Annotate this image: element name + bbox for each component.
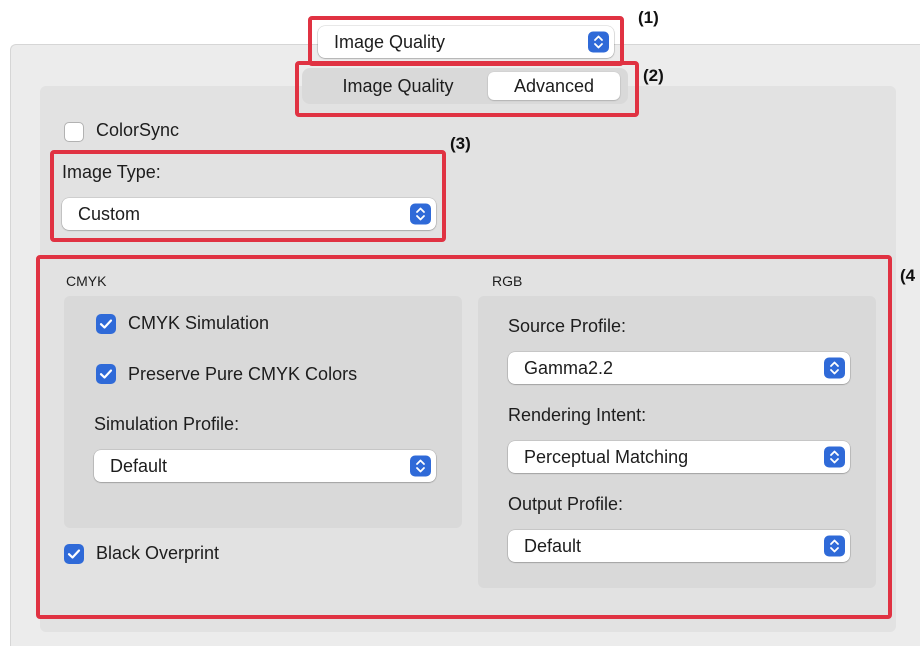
source-profile-popup[interactable]: Gamma2.2 [508, 352, 850, 384]
chevron-updown-icon [824, 535, 845, 557]
rendering-intent-label: Rendering Intent: [508, 405, 647, 425]
output-profile-popup[interactable]: Default [508, 530, 850, 562]
callout-box-2 [295, 61, 639, 117]
source-profile-label: Source Profile: [508, 316, 627, 336]
callout-box-1 [308, 16, 624, 66]
preserve-pure-cmyk-label: Preserve Pure CMYK Colors [128, 364, 358, 384]
colorsync-label: ColorSync [96, 120, 180, 140]
checkmark-icon [99, 369, 113, 379]
chevron-updown-icon [824, 357, 845, 379]
simulation-profile-value: Default [110, 455, 168, 476]
output-profile-label: Output Profile: [508, 494, 624, 514]
simulation-profile-popup[interactable]: Default [94, 450, 436, 482]
source-profile-value: Gamma2.2 [524, 357, 614, 378]
cmyk-heading: CMYK [66, 273, 107, 289]
checkmark-icon [67, 549, 81, 559]
callout-box-3 [50, 150, 446, 242]
checkmark-icon [99, 319, 113, 329]
callout-label-3: (3) [450, 134, 471, 153]
colorsync-checkbox[interactable] [64, 122, 84, 142]
simulation-profile-label: Simulation Profile: [94, 414, 240, 434]
callout-label-1: (1) [638, 8, 659, 27]
chevron-updown-icon [410, 455, 431, 477]
preserve-pure-cmyk-checkbox[interactable] [96, 364, 116, 384]
callout-label-2: (2) [643, 66, 664, 85]
cmyk-simulation-checkbox[interactable] [96, 314, 116, 334]
rendering-intent-popup[interactable]: Perceptual Matching [508, 441, 850, 473]
output-profile-value: Default [524, 535, 582, 556]
chevron-updown-icon [824, 446, 845, 468]
cmyk-simulation-label: CMYK Simulation [128, 313, 270, 333]
rgb-heading: RGB [492, 273, 523, 289]
rendering-intent-value: Perceptual Matching [524, 446, 689, 467]
callout-label-4: (4 [900, 266, 916, 285]
black-overprint-label: Black Overprint [96, 543, 220, 563]
black-overprint-checkbox[interactable] [64, 544, 84, 564]
